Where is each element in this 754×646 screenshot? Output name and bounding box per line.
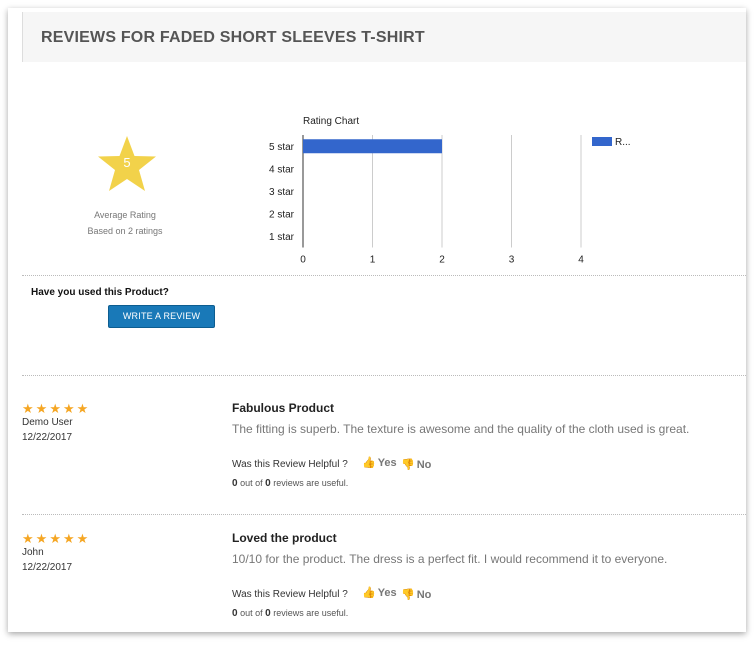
- useful-suffix: reviews are useful.: [273, 478, 349, 488]
- star-icon: ★: [35, 401, 50, 416]
- star-icon: ★: [62, 531, 77, 546]
- useful-total-value: 0: [265, 608, 271, 619]
- divider: [22, 375, 746, 376]
- helpful-yes-button[interactable]: 👍 Yes: [362, 456, 397, 469]
- star-icon: ★: [76, 531, 91, 546]
- review-title: Loved the product: [232, 531, 337, 545]
- useful-out-of: out of: [240, 478, 263, 488]
- reviews-header: REVIEWS FOR FADED SHORT SLEEVES T-SHIRT: [22, 12, 746, 62]
- y-category-label: 5 star: [269, 142, 295, 153]
- useful-count-value: 0: [232, 608, 238, 619]
- useful-count: 0 out of 0 reviews are useful.: [232, 478, 348, 489]
- thumbs-up-icon: 👍: [362, 457, 376, 469]
- star-icon: ★: [22, 401, 36, 416]
- average-rating-value: 5: [123, 155, 131, 170]
- y-category-label: 2 star: [269, 209, 295, 220]
- rating-count: Based on 2 ratings: [87, 226, 163, 236]
- star-icon: ★: [22, 531, 36, 546]
- helpful-no-button[interactable]: 👎 No: [401, 588, 431, 601]
- average-rating-label: Average Rating: [94, 210, 156, 220]
- star-icon: ★: [35, 531, 50, 546]
- helpful-yes-button[interactable]: 👍 Yes: [362, 586, 397, 599]
- average-rating-star-icon: 5: [97, 135, 157, 193]
- review-date: 12/22/2017: [22, 562, 73, 573]
- write-review-button[interactable]: WRITE A REVIEW: [108, 305, 215, 328]
- review-rating-stars: ★★★★★: [22, 531, 90, 547]
- used-product-question: Have you used this Product?: [31, 287, 169, 298]
- helpful-no-button[interactable]: 👎 No: [401, 458, 431, 471]
- no-label: No: [416, 459, 432, 471]
- useful-count-value: 0: [232, 478, 238, 489]
- rating-chart: Rating Chart 0 1 2 3 4 5 star 4 star 3 star 2 sta…: [248, 103, 648, 271]
- legend-label: R...: [615, 137, 631, 148]
- star-icon: ★: [76, 401, 91, 416]
- chart-title: Rating Chart: [303, 116, 359, 127]
- reviewer-name: John: [22, 547, 44, 558]
- review-date: 12/22/2017: [22, 432, 73, 443]
- y-category-label: 3 star: [269, 187, 295, 198]
- star-icon: ★: [49, 401, 63, 416]
- y-category-label: 4 star: [269, 164, 295, 175]
- useful-out-of: out of: [240, 608, 263, 618]
- reviews-panel: REVIEWS FOR FADED SHORT SLEEVES T-SHIRT …: [8, 8, 746, 632]
- useful-suffix: reviews are useful.: [273, 608, 349, 618]
- helpful-question: Was this Review Helpful ?: [232, 459, 348, 470]
- review-title: Fabulous Product: [232, 401, 334, 415]
- useful-total-value: 0: [265, 478, 271, 489]
- review-body: The fitting is superb. The texture is aw…: [232, 422, 690, 436]
- x-tick-label: 1: [370, 255, 376, 266]
- x-tick-label: 3: [509, 255, 515, 266]
- yes-label: Yes: [377, 587, 397, 599]
- thumbs-up-icon: 👍: [362, 587, 376, 599]
- page-title: REVIEWS FOR FADED SHORT SLEEVES T-SHIRT: [41, 29, 425, 46]
- helpful-question: Was this Review Helpful ?: [232, 589, 348, 600]
- star-icon: ★: [49, 531, 63, 546]
- useful-count: 0 out of 0 reviews are useful.: [232, 608, 348, 619]
- reviewer-name: Demo User: [22, 417, 73, 428]
- thumbs-down-icon: 👎: [401, 459, 415, 471]
- x-tick-label: 2: [439, 255, 445, 266]
- divider: [22, 275, 746, 276]
- x-tick-label: 0: [300, 255, 306, 266]
- x-tick-label: 4: [578, 255, 584, 266]
- review-rating-stars: ★★★★★: [22, 401, 90, 417]
- no-label: No: [416, 589, 432, 601]
- yes-label: Yes: [377, 457, 397, 469]
- rating-chart-svg: Rating Chart 0 1 2 3 4 5 star 4 star 3 star 2 sta…: [269, 116, 631, 266]
- thumbs-down-icon: 👎: [401, 589, 415, 601]
- bar: [303, 139, 442, 154]
- y-category-label: 1 star: [269, 232, 295, 243]
- legend-swatch: [592, 137, 612, 146]
- star-icon: ★: [62, 401, 77, 416]
- review-body: 10/10 for the product. The dress is a pe…: [232, 552, 668, 566]
- divider: [22, 514, 746, 515]
